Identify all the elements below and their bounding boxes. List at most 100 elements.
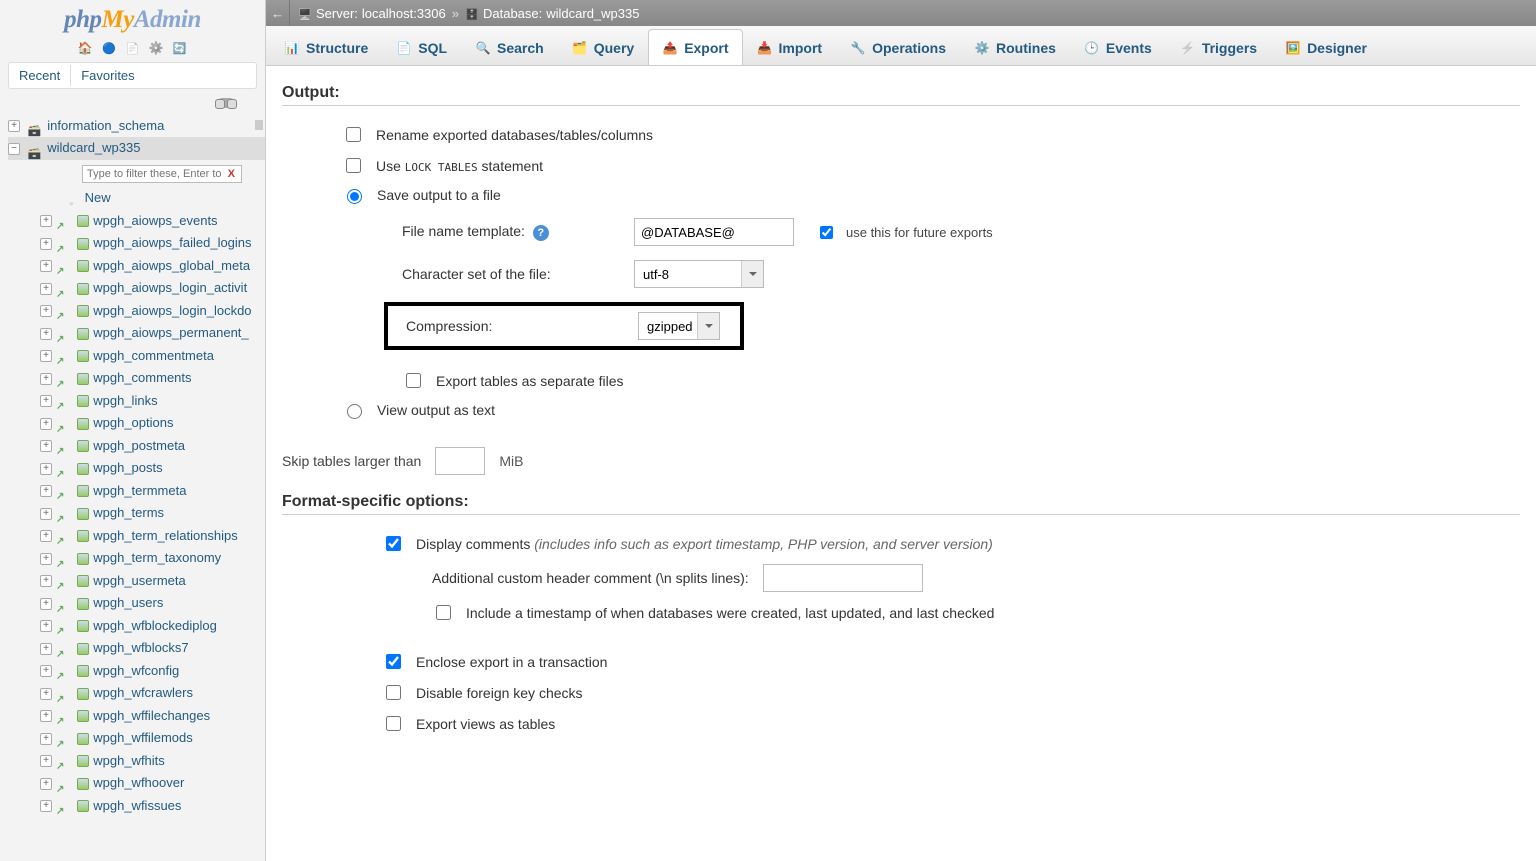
checkbox-display-comments[interactable] xyxy=(386,536,401,551)
expand-icon[interactable]: + xyxy=(40,373,52,385)
expand-icon[interactable]: + xyxy=(40,283,52,295)
checkbox-future-exports[interactable] xyxy=(820,226,833,239)
table-label[interactable]: wpgh_comments xyxy=(93,370,191,385)
browse-icon[interactable] xyxy=(56,349,71,363)
browse-icon[interactable] xyxy=(56,777,71,791)
browse-icon[interactable] xyxy=(56,552,71,566)
tab-events[interactable]: Events xyxy=(1070,29,1166,65)
expand-icon[interactable]: + xyxy=(40,778,52,790)
expand-icon[interactable]: + xyxy=(40,755,52,767)
tab-routines[interactable]: Routines xyxy=(960,29,1070,65)
logout-icon[interactable] xyxy=(101,40,117,56)
table-label[interactable]: wpgh_aiowps_failed_logins xyxy=(93,235,251,250)
table-label[interactable]: wpgh_aiowps_login_lockdo xyxy=(93,303,251,318)
docs-icon[interactable] xyxy=(125,40,141,56)
filename-template-input[interactable] xyxy=(634,218,794,246)
browse-icon[interactable] xyxy=(56,507,71,521)
browse-icon[interactable] xyxy=(56,282,71,296)
link-icon[interactable] xyxy=(217,98,235,108)
expand-icon[interactable]: + xyxy=(40,643,52,655)
radio-view-as-text[interactable] xyxy=(347,404,362,419)
checkbox-export-views[interactable] xyxy=(386,716,401,731)
table-label[interactable]: wpgh_wfhits xyxy=(93,753,165,768)
expand-icon[interactable]: + xyxy=(40,463,52,475)
expand-icon[interactable]: + xyxy=(40,575,52,587)
tab-recent[interactable]: Recent xyxy=(9,65,71,86)
expand-icon[interactable]: + xyxy=(40,328,52,340)
browse-icon[interactable] xyxy=(56,619,71,633)
browse-icon[interactable] xyxy=(56,687,71,701)
browse-icon[interactable] xyxy=(56,484,71,498)
expand-icon[interactable]: + xyxy=(40,305,52,317)
table-label[interactable]: wpgh_wfblocks7 xyxy=(93,640,188,655)
browse-icon[interactable] xyxy=(56,462,71,476)
clear-filter-icon[interactable]: X xyxy=(228,163,242,186)
table-label[interactable]: wpgh_options xyxy=(93,415,173,430)
expand-icon[interactable]: + xyxy=(40,800,52,812)
expand-icon[interactable]: + xyxy=(40,260,52,272)
expand-icon[interactable]: + xyxy=(40,710,52,722)
browse-icon[interactable] xyxy=(56,642,71,656)
browse-icon[interactable] xyxy=(56,394,71,408)
table-label[interactable]: wpgh_terms xyxy=(93,505,164,520)
tab-import[interactable]: Import xyxy=(743,29,837,65)
breadcrumb-server-value[interactable]: localhost:3306 xyxy=(362,6,446,21)
tab-sql[interactable]: SQL xyxy=(382,29,461,65)
back-button[interactable] xyxy=(266,0,290,26)
browse-icon[interactable] xyxy=(56,439,71,453)
table-label[interactable]: wpgh_usermeta xyxy=(93,573,186,588)
browse-icon[interactable] xyxy=(56,237,71,251)
browse-icon[interactable] xyxy=(56,732,71,746)
table-label[interactable]: wpgh_postmeta xyxy=(93,438,185,453)
expand-icon[interactable]: + xyxy=(40,665,52,677)
table-label[interactable]: wpgh_term_taxonomy xyxy=(93,550,221,565)
help-icon[interactable] xyxy=(533,225,549,241)
checkbox-disable-fk[interactable] xyxy=(386,685,401,700)
browse-icon[interactable] xyxy=(56,327,71,341)
table-label[interactable]: wpgh_wfconfig xyxy=(93,663,179,678)
skip-tables-input[interactable] xyxy=(435,447,485,475)
table-label[interactable]: wpgh_wffilechanges xyxy=(93,708,210,723)
expand-icon[interactable]: + xyxy=(40,440,52,452)
expand-icon[interactable]: + xyxy=(40,238,52,250)
expand-icon[interactable]: + xyxy=(40,553,52,565)
home-icon[interactable] xyxy=(77,40,93,56)
table-label[interactable]: wpgh_wfhoover xyxy=(93,775,184,790)
browse-icon[interactable] xyxy=(56,304,71,318)
breadcrumb-db-value[interactable]: wildcard_wp335 xyxy=(546,6,639,21)
checkbox-include-timestamp[interactable] xyxy=(436,605,451,620)
table-label[interactable]: wpgh_term_relationships xyxy=(93,528,238,543)
tab-favorites[interactable]: Favorites xyxy=(71,65,144,86)
expand-icon[interactable]: + xyxy=(8,120,20,132)
table-label[interactable]: wpgh_users xyxy=(93,595,163,610)
table-filter-input[interactable] xyxy=(82,165,242,183)
expand-icon[interactable]: + xyxy=(40,620,52,632)
compression-select[interactable]: gzipped xyxy=(638,312,720,340)
checkbox-rename[interactable] xyxy=(346,127,361,142)
tab-query[interactable]: Query xyxy=(558,29,648,65)
additional-header-input[interactable] xyxy=(763,564,923,592)
expand-icon[interactable]: + xyxy=(40,530,52,542)
browse-icon[interactable] xyxy=(56,214,71,228)
table-label[interactable]: wpgh_wfcrawlers xyxy=(93,685,193,700)
radio-save-to-file[interactable] xyxy=(347,189,362,204)
browse-icon[interactable] xyxy=(56,259,71,273)
checkbox-enclose-transaction[interactable] xyxy=(386,654,401,669)
table-label[interactable]: wpgh_posts xyxy=(93,460,162,475)
table-label[interactable]: wpgh_aiowps_permanent_ xyxy=(93,325,248,340)
tab-operations[interactable]: Operations xyxy=(836,29,960,65)
browse-icon[interactable] xyxy=(56,799,71,813)
expand-icon[interactable]: + xyxy=(40,508,52,520)
charset-select[interactable]: utf-8 xyxy=(634,260,764,288)
expand-icon[interactable]: + xyxy=(40,688,52,700)
tab-designer[interactable]: Designer xyxy=(1271,29,1381,65)
expand-icon[interactable]: + xyxy=(40,418,52,430)
expand-icon[interactable]: + xyxy=(40,598,52,610)
expand-icon[interactable]: + xyxy=(40,215,52,227)
reload-icon[interactable] xyxy=(172,40,188,56)
tab-triggers[interactable]: Triggers xyxy=(1166,29,1271,65)
browse-icon[interactable] xyxy=(56,664,71,678)
table-label[interactable]: wpgh_aiowps_events xyxy=(93,213,217,228)
checkbox-lock-tables[interactable] xyxy=(346,158,361,173)
tab-structure[interactable]: Structure xyxy=(270,29,382,65)
